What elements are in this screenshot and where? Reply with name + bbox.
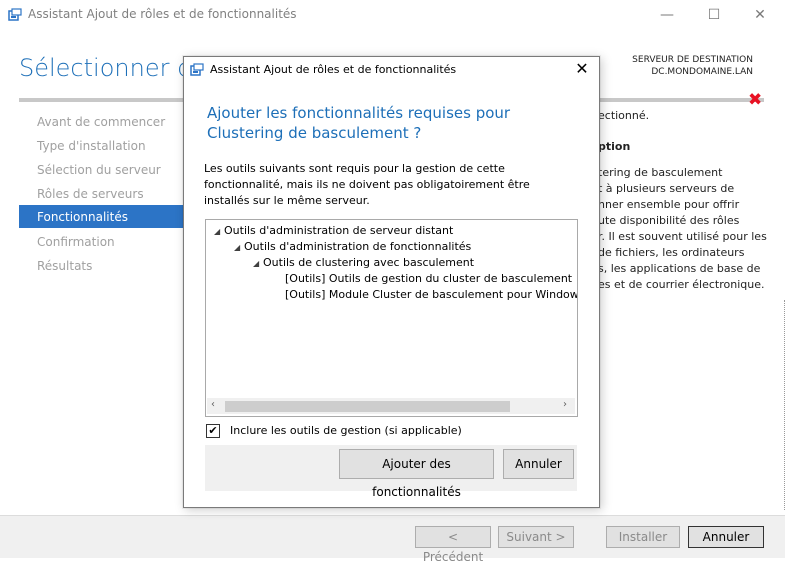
dialog-description: Les outils suivants sont requis pour la … <box>204 162 530 207</box>
nav-item-results[interactable]: Résultats <box>37 259 92 273</box>
tree-node-label: Outils de clustering avec basculement <box>263 256 475 269</box>
dialog-footer: Ajouter des fonctionnalités Annuler <box>205 445 577 499</box>
dialog-title: Assistant Ajout de rôles et de fonctionn… <box>210 63 457 76</box>
scroll-left-icon[interactable]: ‹ <box>211 399 215 410</box>
maximize-button[interactable]: ☐ <box>699 4 729 26</box>
tree-node-label: [Outils] Module Cluster de basculement p… <box>285 288 578 301</box>
include-management-tools-label[interactable]: Inclure les outils de gestion (si applic… <box>230 424 462 437</box>
tree-node[interactable]: [Outils] Outils de gestion du cluster de… <box>285 272 572 285</box>
nav-item-server-selection[interactable]: Sélection du serveur <box>37 163 161 177</box>
required-features-tree[interactable]: ◢ Outils d'administration de serveur dist… <box>205 219 578 417</box>
tree-node[interactable]: [Outils] Module Cluster de basculement p… <box>285 288 578 301</box>
tree-node-label: Outils d'administration de fonctionnalit… <box>244 240 472 253</box>
dialog-body: Ajouter les fonctionnalités requises pou… <box>184 83 599 507</box>
dialog-close-button[interactable]: ✕ <box>572 59 592 79</box>
description-heading: ption <box>598 140 631 153</box>
nav-item-before-you-begin[interactable]: Avant de commencer <box>37 115 165 129</box>
description-line: t à plusieurs serveurs de <box>598 182 735 195</box>
tree-node-label: [Outils] Outils de gestion du cluster de… <box>285 272 573 285</box>
scroll-right-icon[interactable]: › <box>563 399 567 410</box>
previous-button[interactable]: < Précédent <box>415 526 491 564</box>
tree-node-label: Outils d'administration de serveur dista… <box>224 224 454 237</box>
server-manager-icon <box>190 63 204 76</box>
cancel-button[interactable]: Annuler <box>688 526 764 548</box>
description-line: tering de basculement <box>598 166 723 179</box>
scrollbar-thumb[interactable] <box>225 401 510 412</box>
destination-server-label: SERVEUR DE DESTINATION <box>632 55 753 65</box>
window-title: Assistant Ajout de rôles et de fonctionn… <box>28 7 297 21</box>
tree-node[interactable]: ◢ Outils d'administration de serveur dist… <box>214 224 453 237</box>
destination-server-value: DC.MONDOMAINE.LAN <box>651 67 753 77</box>
next-button[interactable]: Suivant > <box>498 526 574 548</box>
description-line: es et de courrier électronique. <box>598 278 765 291</box>
expanded-triangle-icon[interactable]: ◢ <box>234 243 244 252</box>
nav-item-confirmation[interactable]: Confirmation <box>37 235 115 249</box>
selection-status-text: ectionné. <box>598 109 650 122</box>
include-management-tools-checkbox[interactable]: ✔ <box>206 424 220 438</box>
description-line: r. Il est souvent utilisé pour les <box>598 230 767 243</box>
dialog-cancel-button[interactable]: Annuler <box>503 449 574 479</box>
add-features-dialog: Assistant Ajout de rôles et de fonctionn… <box>183 56 600 508</box>
error-icon[interactable]: ✖ <box>748 90 762 110</box>
minimize-button[interactable]: — <box>652 4 682 26</box>
nav-item-features-label: Fonctionnalités <box>37 210 128 224</box>
resize-edge <box>778 300 785 510</box>
close-button[interactable]: ✕ <box>745 4 775 26</box>
description-line: nner ensemble pour offrir <box>598 198 740 211</box>
tree-node[interactable]: ◢ Outils de clustering avec basculement <box>253 256 474 269</box>
tree-node[interactable]: ◢ Outils d'administration de fonctionnali… <box>234 240 471 253</box>
server-manager-icon <box>8 8 22 21</box>
description-line: ute disponibilité des rôles <box>598 214 740 227</box>
nav-item-server-roles[interactable]: Rôles de serveurs <box>37 187 144 201</box>
dialog-heading: Ajouter les fonctionnalités requises pou… <box>207 104 511 142</box>
description-line: de fichiers, les ordinateurs <box>598 246 745 259</box>
nav-item-installation-type[interactable]: Type d'installation <box>37 139 146 153</box>
install-button[interactable]: Installer <box>606 526 680 548</box>
expanded-triangle-icon[interactable]: ◢ <box>253 259 263 268</box>
description-line: s, les applications de base de <box>598 262 761 275</box>
horizontal-scrollbar[interactable]: ‹ › <box>207 398 575 414</box>
expanded-triangle-icon[interactable]: ◢ <box>214 227 224 236</box>
add-features-button[interactable]: Ajouter des fonctionnalités <box>339 449 494 499</box>
